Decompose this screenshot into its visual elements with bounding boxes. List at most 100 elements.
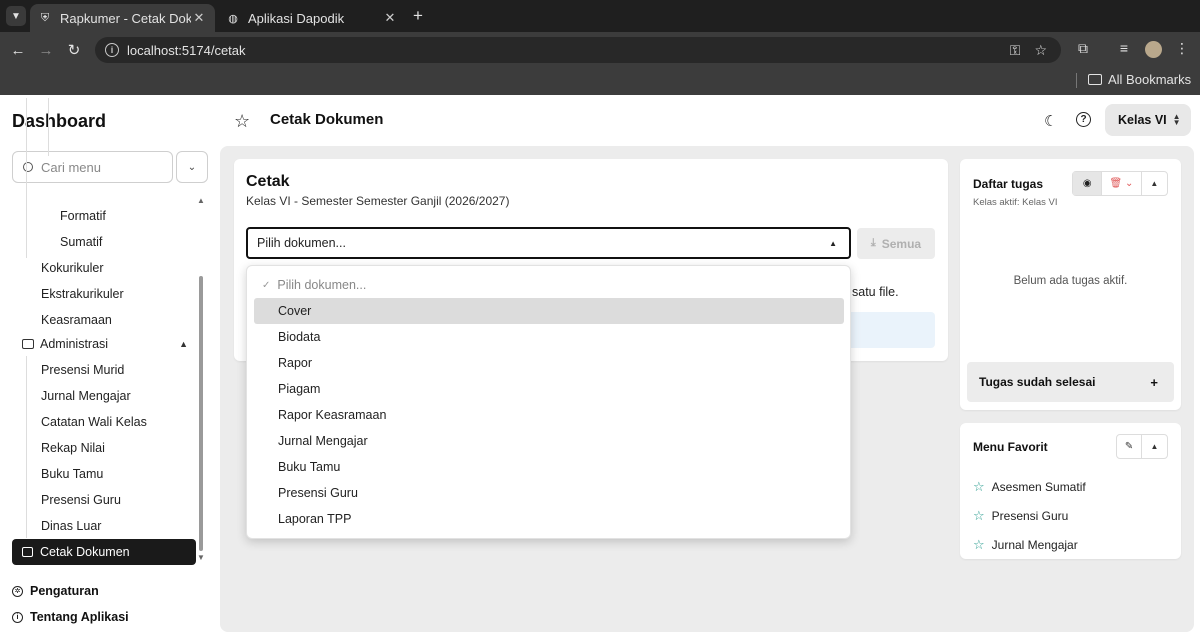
dropdown-option-presensi-guru[interactable]: Presensi Guru — [254, 480, 844, 506]
url-text[interactable]: localhost:5174/cetak — [127, 43, 1010, 58]
site-info-icon[interactable]: i — [105, 43, 119, 57]
sidebar-item-cetak-dokumen[interactable]: Cetak Dokumen — [12, 539, 196, 565]
sidebar-pengaturan[interactable]: ✲ Pengaturan — [12, 584, 99, 598]
favorite-label: Jurnal Mengajar — [991, 538, 1078, 552]
tasks-actions: ◉ 🗑︎ ⌄ ▲ — [1072, 171, 1168, 196]
sidebar-item-jurnal-mengajar[interactable]: Jurnal Mengajar — [41, 389, 131, 403]
app-favicon-icon: ⛨ — [40, 11, 50, 24]
sidebar-item-catatan-wali-kelas[interactable]: Catatan Wali Kelas — [41, 415, 147, 429]
tree-line — [26, 356, 27, 538]
sidebar-group-administrasi[interactable]: Administrasi ▲ — [12, 337, 196, 351]
footer-label: Tentang Aplikasi — [30, 610, 129, 624]
printer-icon — [22, 547, 33, 557]
favorite-label: Asesmen Sumatif — [991, 480, 1086, 494]
tab-title: Rapkumer - Cetak Doku — [60, 10, 191, 26]
address-bar[interactable]: i localhost:5174/cetak ⚿ ☆ — [95, 37, 1061, 63]
star-icon: ☆ — [973, 508, 985, 523]
tab-close-icon[interactable]: ✕ — [191, 10, 207, 26]
delete-menu-icon[interactable]: 🗑︎ ⌄ — [1102, 172, 1142, 195]
sidebar-scrollbar[interactable] — [199, 276, 203, 551]
dropdown-option-piagam[interactable]: Piagam — [254, 376, 844, 402]
favorites-actions: ✎ ▲ — [1116, 434, 1168, 459]
sidebar-tentang-aplikasi[interactable]: i Tentang Aplikasi — [12, 610, 129, 624]
dropdown-option-laporan-tpp[interactable]: Laporan TPP — [254, 506, 844, 532]
scroll-up-icon[interactable]: ▲ — [197, 196, 205, 205]
edit-icon[interactable]: ✎ — [1117, 435, 1143, 458]
sidebar-item-sumatif[interactable]: Sumatif — [60, 235, 102, 249]
scroll-down-icon[interactable]: ▼ — [197, 553, 205, 562]
folder-icon — [1088, 74, 1102, 85]
sidebar-item-dinas-luar[interactable]: Dinas Luar — [41, 519, 101, 533]
sidebar-item-buku-tamu[interactable]: Buku Tamu — [41, 467, 103, 481]
browser-tab-inactive[interactable]: ◍ Aplikasi Dapodik ✕ — [218, 4, 406, 32]
sidebar-item-kokurikuler[interactable]: Kokurikuler — [41, 261, 104, 275]
favorite-star-icon[interactable]: ☆ — [234, 111, 250, 132]
dropdown-option-biodata[interactable]: Biodata — [254, 324, 844, 350]
tasks-title: Daftar tugas — [973, 177, 1044, 191]
dropdown-placeholder[interactable]: ✓ Pilih dokumen... — [254, 272, 844, 298]
help-icon[interactable]: ? — [1076, 112, 1091, 127]
media-control-icon[interactable]: ≡ — [1114, 40, 1134, 56]
sidebar-item-formatif[interactable]: Formatif — [60, 209, 106, 223]
semua-label: Semua — [881, 236, 922, 251]
chevron-updown-icon: ▲ ▼ — [1172, 112, 1181, 127]
profile-avatar[interactable] — [1145, 41, 1162, 58]
cetak-title: Cetak — [246, 173, 290, 190]
caret-up-icon: ▲ — [829, 238, 837, 248]
chevron-up-icon: ▲ — [179, 339, 188, 349]
favorite-item[interactable]: ☆ Presensi Guru — [973, 508, 1068, 524]
page-title: Cetak Dokumen — [270, 111, 384, 128]
favorite-item[interactable]: ☆ Asesmen Sumatif — [973, 479, 1086, 495]
favorites-title: Menu Favorit — [973, 440, 1048, 454]
browser-toolbar: ← → ↻ i localhost:5174/cetak ⚿ ☆ ⧉ ≡ ⋮ — [0, 32, 1200, 67]
dropdown-option-rapor[interactable]: Rapor — [254, 350, 844, 376]
semua-button[interactable]: ⤓ Semua — [857, 228, 935, 259]
document-select[interactable]: Pilih dokumen... ▲ — [246, 227, 851, 259]
more-menu-icon[interactable]: ⋮ — [1172, 40, 1192, 57]
favorite-item[interactable]: ☆ Jurnal Mengajar — [973, 537, 1078, 553]
dropdown-option-buku-tamu[interactable]: Buku Tamu — [254, 454, 844, 480]
tab-title: Aplikasi Dapodik — [248, 10, 345, 26]
chevron-up-icon[interactable]: ▲ — [1142, 435, 1167, 458]
record-icon[interactable]: ◉ — [1073, 172, 1103, 195]
class-selector[interactable]: Kelas VI ▲ ▼ — [1105, 104, 1191, 136]
dropdown-option-rapor-keasramaan[interactable]: Rapor Keasramaan — [254, 402, 844, 428]
dropdown-option-cover[interactable]: Cover — [254, 298, 844, 324]
sidebar-item-ekstrakurikuler[interactable]: Ekstrakurikuler — [41, 287, 124, 301]
sidebar-item-presensi-murid[interactable]: Presensi Murid — [41, 363, 124, 377]
tab-close-icon[interactable]: ✕ — [382, 10, 398, 26]
bookmark-star-icon[interactable]: ☆ — [1034, 42, 1047, 59]
star-icon: ☆ — [973, 479, 985, 494]
back-icon[interactable]: ← — [7, 39, 29, 61]
forward-icon[interactable]: → — [35, 39, 57, 61]
download-icon: ⤓ — [870, 237, 876, 249]
tab-search-button[interactable]: ▼ — [6, 6, 26, 26]
dropdown-placeholder-label: Pilih dokumen... — [277, 278, 367, 292]
tasks-empty-text: Belum ada tugas aktif. — [1013, 275, 1128, 287]
sidebar-item-keasramaan[interactable]: Keasramaan — [41, 313, 112, 327]
dropdown-option-jurnal-mengajar[interactable]: Jurnal Mengajar — [254, 428, 844, 454]
chevron-up-icon[interactable]: ▲ — [1142, 172, 1167, 195]
document-dropdown: ✓ Pilih dokumen... Cover Biodata Rapor P… — [246, 265, 851, 539]
sidebar-item-label: Cetak Dokumen — [40, 545, 130, 559]
reload-icon[interactable]: ↻ — [63, 39, 85, 61]
tasks-done-label: Tugas sudah selesai — [979, 375, 1096, 389]
footer-label: Pengaturan — [30, 584, 99, 598]
group-label: Administrasi — [40, 337, 109, 351]
bookmarks-bar: All Bookmarks — [0, 67, 1200, 95]
plus-icon: + — [1150, 374, 1158, 390]
bookmarks-separator — [1076, 73, 1077, 88]
sidebar-item-rekap-nilai[interactable]: Rekap Nilai — [41, 441, 105, 455]
browser-tab-active[interactable]: ⛨ Rapkumer - Cetak Doku ✕ — [30, 4, 215, 32]
dark-mode-icon[interactable]: ☾ — [1044, 112, 1057, 130]
tasks-done-toggle[interactable]: Tugas sudah selesai + — [967, 362, 1174, 402]
new-tab-icon[interactable]: + — [408, 6, 428, 26]
document-select-value: Pilih dokumen... — [257, 236, 346, 250]
sidebar-item-presensi-guru[interactable]: Presensi Guru — [41, 493, 121, 507]
extensions-icon[interactable]: ⧉ — [1073, 40, 1093, 57]
all-bookmarks-button[interactable]: All Bookmarks — [1088, 72, 1191, 87]
key-icon[interactable]: ⚿ — [1010, 42, 1021, 59]
cetak-subtitle: Kelas VI - Semester Semester Ganjil (202… — [246, 194, 510, 208]
tree-line — [48, 98, 49, 156]
tasks-subtitle: Kelas aktif: Kelas VI — [973, 197, 1058, 208]
